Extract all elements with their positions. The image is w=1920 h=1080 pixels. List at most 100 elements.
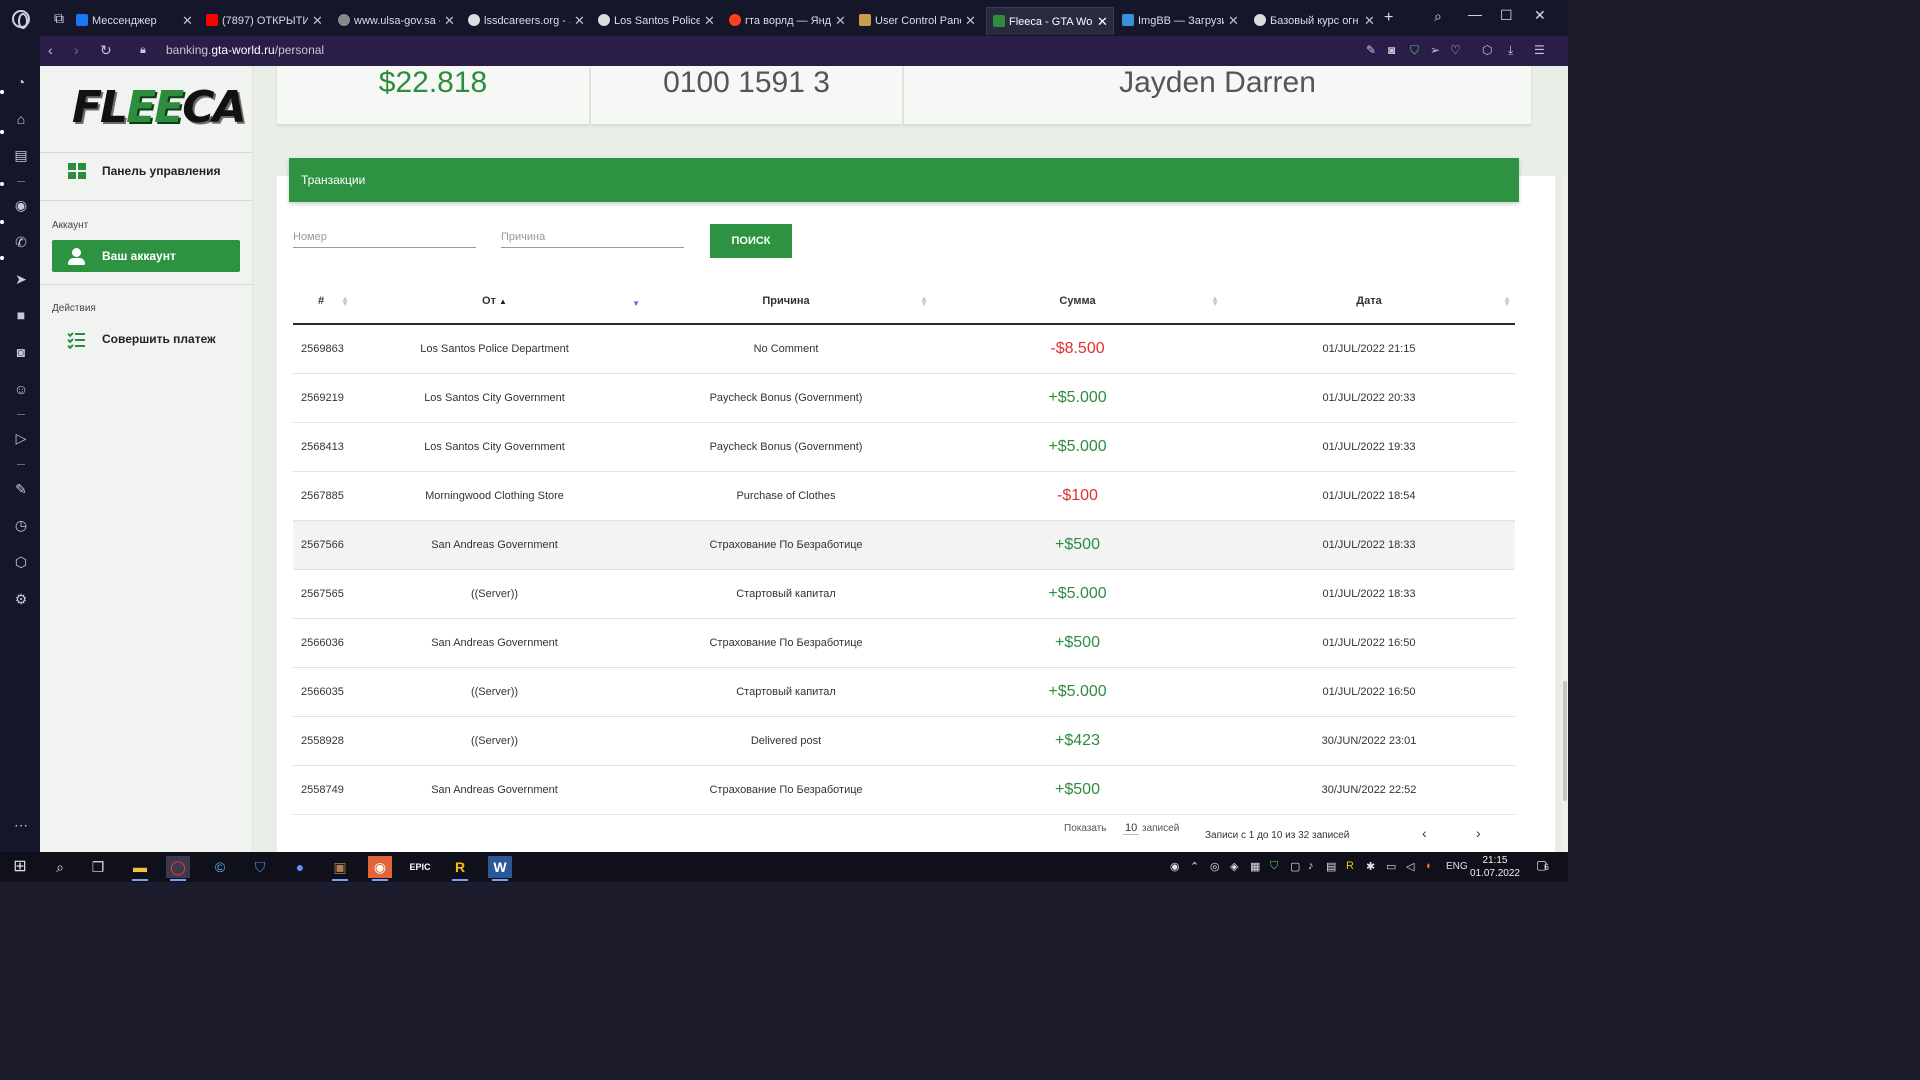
number-filter-input[interactable] <box>293 226 476 248</box>
tab[interactable]: Мессенджер ✕ <box>76 7 194 35</box>
edit-icon[interactable]: ✎ <box>1366 43 1376 57</box>
instagram-icon[interactable]: ◙ <box>12 343 30 361</box>
search-icon[interactable]: ⌕ <box>48 856 72 878</box>
search-tabs-icon[interactable]: ⌕ <box>1434 8 1442 25</box>
nav-make-payment[interactable]: Совершить платеж <box>52 323 240 355</box>
settings-icon[interactable]: ⚙ <box>12 590 30 608</box>
tray-app-icon[interactable]: ◉ <box>1170 860 1180 873</box>
previous-page-icon[interactable]: ‹ <box>1422 825 1427 841</box>
rockstar-icon[interactable]: R <box>448 856 472 881</box>
maximize-icon[interactable]: ☐ <box>1500 7 1513 24</box>
close-icon[interactable]: ✕ <box>1364 13 1375 29</box>
column-header-date[interactable]: Дата ▲ ▼ <box>1223 279 1515 325</box>
tab[interactable]: гта ворлд — Яндекс ✕ <box>729 7 847 35</box>
pinboard-icon[interactable]: ✎ <box>12 480 30 498</box>
tab-active[interactable]: Fleeca - GTA World ✕ <box>986 7 1114 35</box>
nav-dashboard[interactable]: Панель управления <box>52 155 240 187</box>
language-indicator[interactable]: ENG <box>1446 861 1468 872</box>
scrollbar-thumb[interactable] <box>1563 681 1567 801</box>
reason-filter-input[interactable] <box>501 226 684 248</box>
page-scrollbar[interactable] <box>1562 176 1568 852</box>
heart-icon[interactable]: ♡ <box>1450 43 1461 57</box>
camera-icon[interactable]: ◙ <box>1388 43 1395 57</box>
app-icon[interactable]: ● <box>288 856 312 878</box>
tray-arrow-icon[interactable]: ⌃ <box>1190 860 1199 873</box>
extensions-icon[interactable]: ⬡ <box>12 553 30 571</box>
defender-icon[interactable]: ⛉ <box>248 856 272 878</box>
column-header-id[interactable]: # ▲ ▼ <box>293 279 349 325</box>
tab[interactable]: ImgBB — Загрузить ✕ <box>1122 7 1240 35</box>
column-header-amount[interactable]: Сумма ▲ ▼ <box>932 279 1223 325</box>
opera-menu-icon[interactable] <box>12 10 30 29</box>
tab[interactable]: User Control Panel ✕ <box>859 7 977 35</box>
tray-app-icon[interactable]: ▢ <box>1290 860 1300 873</box>
column-header-from[interactable]: От ▲ ▼ <box>349 279 640 325</box>
back-icon[interactable]: ‹ <box>48 42 53 58</box>
network-icon[interactable]: ▭ <box>1386 860 1396 873</box>
url-field[interactable]: banking.gta-world.ru/personal <box>166 43 324 57</box>
search-button[interactable]: ПОИСК <box>710 224 792 258</box>
close-icon[interactable]: ✕ <box>444 13 455 29</box>
tab[interactable]: lssdcareers.org - SH ✕ <box>468 7 586 35</box>
column-header-reason[interactable]: Причина ▲ ▼ <box>640 279 932 325</box>
history-icon[interactable]: ◷ <box>12 516 30 534</box>
tab-islands-icon[interactable]: ⧉ <box>54 10 64 27</box>
microphone-icon[interactable]: ♪ <box>1308 860 1314 872</box>
game-launcher-icon[interactable]: ◉ <box>368 856 392 881</box>
download-icon[interactable]: ⤓ <box>1508 43 1513 58</box>
minimize-icon[interactable]: — <box>1468 6 1482 22</box>
tray-app-icon[interactable]: ◐ <box>1426 860 1433 872</box>
close-icon[interactable]: ✕ <box>965 13 976 29</box>
send-icon[interactable]: ➢ <box>1430 43 1440 57</box>
messenger-icon[interactable]: ◉ <box>12 196 30 214</box>
discord-icon[interactable]: ☺ <box>12 380 30 398</box>
twitch-icon[interactable]: ▤ <box>12 146 30 164</box>
easy-setup-icon[interactable]: ☰ <box>1534 43 1545 57</box>
vk-icon[interactable]: ■ <box>12 306 30 324</box>
table-row[interactable]: 2569219 Los Santos City Government Paychec… <box>293 373 1515 423</box>
tray-app-icon[interactable]: ▦ <box>1250 860 1260 873</box>
table-row[interactable]: 2558928 ((Server)) Delivered post +$423 30/J… <box>293 716 1515 766</box>
tray-app-icon[interactable]: ◈ <box>1230 860 1238 873</box>
reload-icon[interactable]: ↻ <box>100 42 112 59</box>
more-icon[interactable]: ⋯ <box>12 816 30 834</box>
table-row[interactable]: 2569863 Los Santos Police Department No Co… <box>293 324 1515 374</box>
file-explorer-icon[interactable]: ▬ <box>128 856 152 881</box>
tray-app-icon[interactable]: ▤ <box>1326 860 1336 873</box>
player-icon[interactable]: ▷ <box>12 429 30 447</box>
game-icon[interactable]: ▣ <box>328 856 352 881</box>
close-icon[interactable]: ✕ <box>1228 13 1239 29</box>
table-row[interactable]: 2566036 San Andreas Government Страхование… <box>293 618 1515 668</box>
nav-your-account[interactable]: Ваш аккаунт <box>52 240 240 272</box>
tray-app-icon[interactable]: ◎ <box>1210 860 1220 873</box>
table-row[interactable]: 2558749 San Andreas Government Страхование… <box>293 765 1515 815</box>
whatsapp-icon[interactable]: ✆ <box>12 233 30 251</box>
table-row[interactable]: 2567565 ((Server)) Стартовый капитал +$5.00… <box>293 569 1515 619</box>
forward-icon[interactable]: › <box>74 42 79 58</box>
table-row[interactable]: 2566035 ((Server)) Стартовый капитал +$5.00… <box>293 667 1515 717</box>
close-icon[interactable]: ✕ <box>1097 14 1108 30</box>
new-tab-icon[interactable]: + <box>1384 9 1393 27</box>
next-page-icon[interactable]: › <box>1476 825 1481 841</box>
epic-games-icon[interactable]: EPIC <box>408 856 432 878</box>
cortana-icon[interactable]: © <box>208 856 232 878</box>
windows-start-icon[interactable]: ⊞ <box>8 856 32 878</box>
tab[interactable]: (7897) ОТКРЫТИ ✕ <box>206 7 324 35</box>
opera-icon[interactable]: ◯ <box>166 856 190 881</box>
close-icon[interactable]: ✕ <box>312 13 323 29</box>
tab[interactable]: www.ulsa-gov.sa - С ✕ <box>338 7 456 35</box>
volume-icon[interactable]: ◁ <box>1406 860 1414 873</box>
extension-box-icon[interactable]: ⬡ <box>1482 43 1492 57</box>
clock[interactable]: 21:15 01.07.2022 <box>1470 854 1520 880</box>
page-size-select[interactable]: 10 <box>1123 822 1140 835</box>
lock-icon[interactable]: 🔒︎ <box>140 44 146 57</box>
shield-icon[interactable]: ⛉ <box>1410 43 1419 58</box>
tab[interactable]: Los Santos Police D ✕ <box>598 7 716 35</box>
telegram-icon[interactable]: ➤ <box>12 270 30 288</box>
tray-app-icon[interactable]: ✱ <box>1366 860 1375 873</box>
close-icon[interactable]: ✕ <box>704 13 715 29</box>
tray-rockstar-icon[interactable]: R <box>1346 860 1354 872</box>
close-icon[interactable]: ✕ <box>182 13 193 29</box>
basket-icon[interactable]: ⌂ <box>12 110 30 128</box>
close-icon[interactable]: ✕ <box>574 13 585 29</box>
